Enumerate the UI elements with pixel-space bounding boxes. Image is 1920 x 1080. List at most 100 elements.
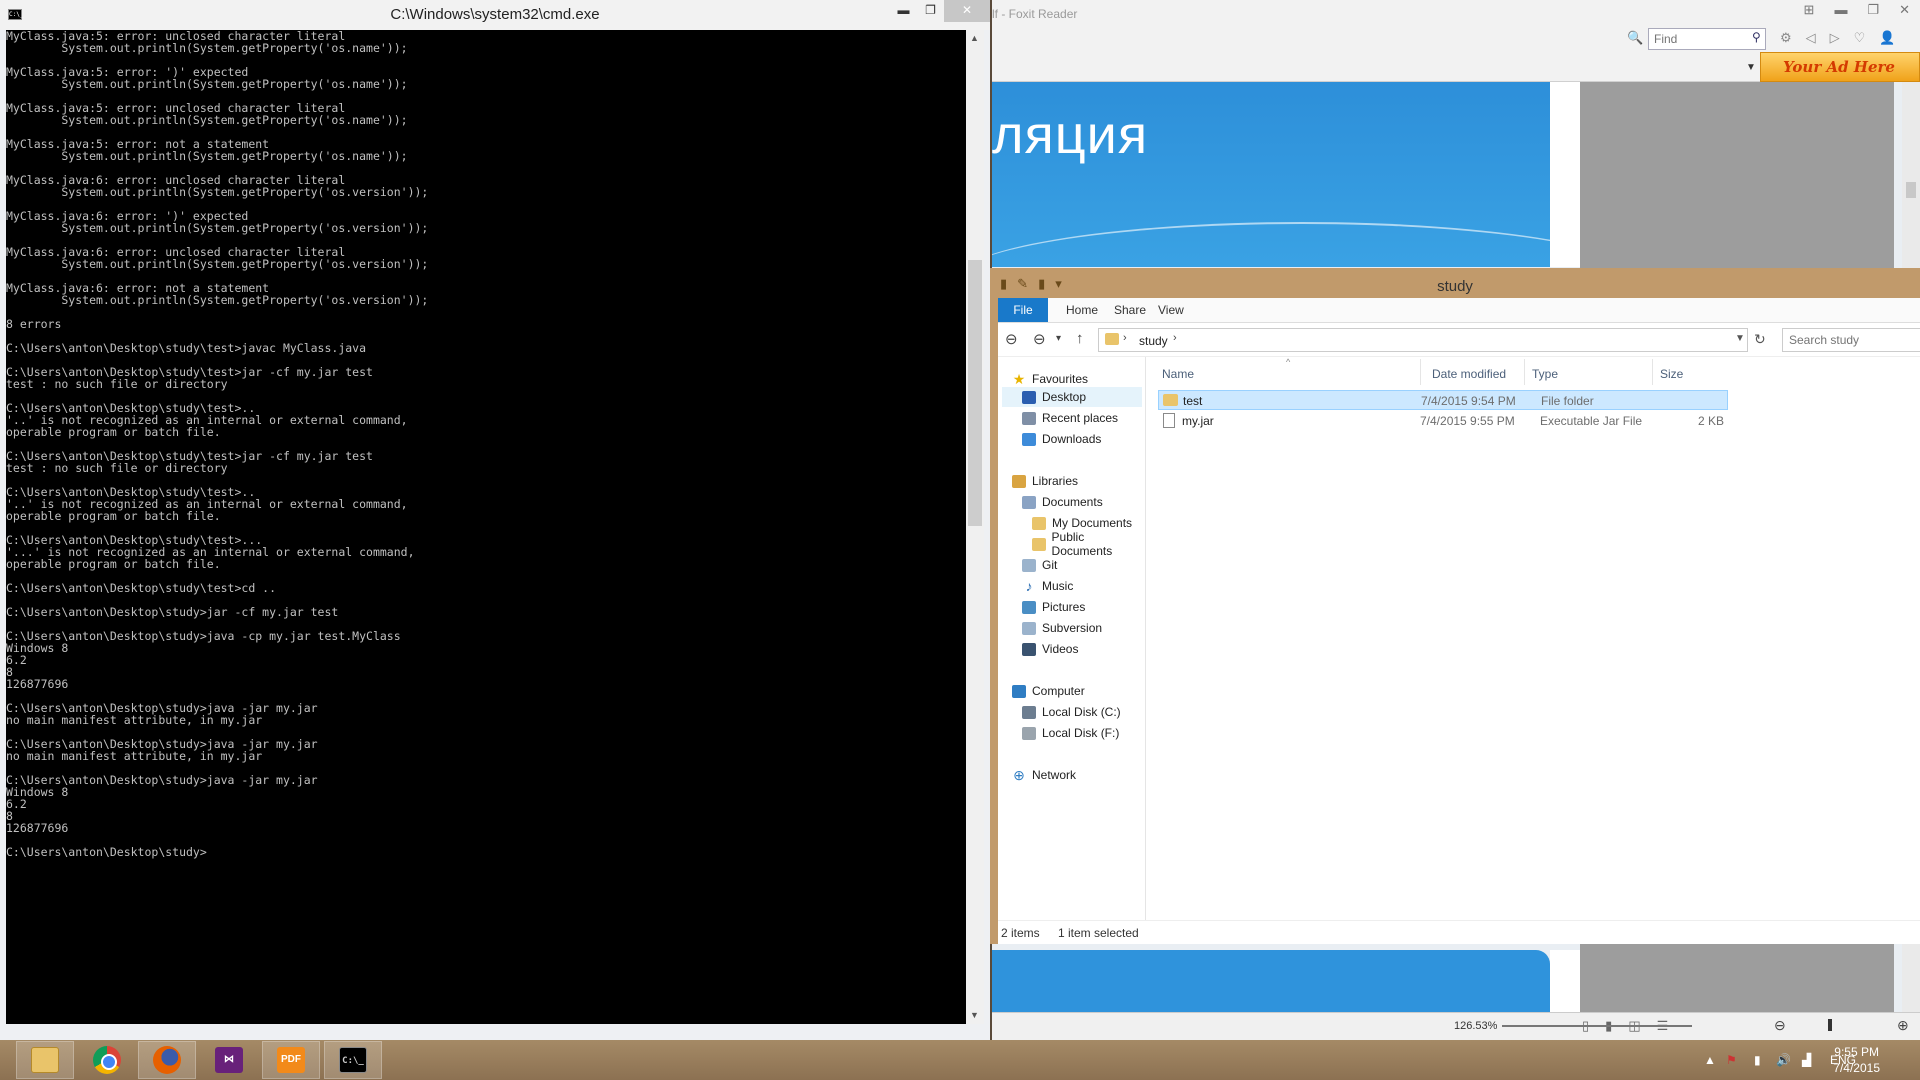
close-button[interactable]: ✕	[944, 0, 990, 22]
forward-icon[interactable]: ⊖	[1033, 330, 1046, 348]
settings-gear-icon[interactable]: ⚙	[1780, 30, 1792, 46]
tab-share[interactable]: Share	[1114, 298, 1146, 322]
recent-locations-icon[interactable]: ▾	[1056, 333, 1061, 344]
breadcrumb-study[interactable]: study	[1139, 334, 1168, 348]
recent-places-icon	[1022, 411, 1036, 425]
explorer-window: ▮ ✎ ▮ ▾ study File Home Share View ⊖ ⊖ ▾…	[990, 268, 1920, 944]
nav-label: Pictures	[1042, 600, 1086, 614]
taskbar-foxit-button[interactable]: PDF	[262, 1041, 320, 1079]
column-divider[interactable]	[1652, 359, 1653, 385]
foxit-ad-banner[interactable]: Your Ad Here	[1760, 52, 1920, 82]
heart-icon[interactable]: ♡	[1854, 30, 1866, 46]
nav-pictures[interactable]: Pictures	[1022, 597, 1085, 617]
nav-favourites[interactable]: ★ Favourites	[1012, 369, 1088, 389]
file-row-test[interactable]: test 7/4/2015 9:54 PM File folder	[1158, 390, 1728, 410]
cmd-titlebar[interactable]: C:\_ C:\Windows\system32\cmd.exe ▬ ❐ ✕	[0, 0, 990, 30]
scroll-up-icon[interactable]: ▲	[970, 33, 979, 43]
column-date-modified[interactable]: Date modified	[1432, 367, 1506, 381]
zoom-slider-thumb[interactable]	[1828, 1019, 1832, 1031]
breadcrumb-separator[interactable]: ›	[1173, 332, 1177, 344]
cmd-scrollbar[interactable]: ▲ ▼	[966, 30, 984, 1024]
foxit-close-button[interactable]: ✕	[1899, 2, 1910, 18]
search-input[interactable]	[1782, 328, 1920, 352]
libraries-icon	[1012, 474, 1026, 488]
zoom-slider[interactable]	[1502, 1025, 1692, 1027]
console-line: C:\Users\anton\Desktop\study>java -jar m…	[6, 773, 318, 787]
user-icon[interactable]: 👤	[1879, 30, 1895, 46]
console-line: 6.2	[6, 797, 27, 811]
foxit-scrollbar-thumb[interactable]	[1906, 182, 1916, 198]
volume-icon[interactable]: 🔊	[1776, 1040, 1791, 1080]
foxit-caption-buttons: ⊞ ▬ ❐ ✕	[1804, 2, 1910, 18]
nav-label: Git	[1042, 558, 1058, 572]
nav-label: Public Documents	[1051, 530, 1113, 558]
console-line: 8 errors	[6, 317, 62, 331]
zoom-out-icon[interactable]: ⊖	[1774, 1017, 1786, 1034]
tab-file[interactable]: File	[998, 298, 1048, 322]
address-row: ⊖ ⊖ ▾ ↑ › study › ▼ ↻	[998, 322, 1920, 356]
cmd-scrollbar-thumb[interactable]	[968, 260, 982, 526]
breadcrumb-separator[interactable]: ›	[1123, 332, 1127, 344]
column-type[interactable]: Type	[1532, 367, 1558, 381]
foxit-maximize-button[interactable]: ❐	[1867, 2, 1879, 18]
nav-local-disk-f[interactable]: Local Disk (F:)	[1022, 723, 1119, 743]
action-center-flag-icon[interactable]: ⚑	[1726, 1040, 1737, 1080]
nav-libraries[interactable]: Libraries	[1012, 471, 1078, 491]
previous-arrow-icon[interactable]: ◁	[1806, 30, 1816, 46]
nav-downloads[interactable]: Downloads	[1022, 429, 1101, 449]
column-divider[interactable]	[1524, 359, 1525, 385]
foxit-find-input[interactable]	[1648, 28, 1766, 50]
nav-public-documents[interactable]: Public Documents	[1032, 530, 1145, 558]
explorer-title: study	[1437, 278, 1473, 295]
chevron-down-icon[interactable]: ▼	[1746, 62, 1756, 73]
nav-recent-places[interactable]: Recent places	[1022, 408, 1118, 428]
item-count: 2 items	[1001, 926, 1040, 940]
taskbar-explorer-button[interactable]	[16, 1041, 74, 1079]
find-folder-icon[interactable]: 🔍	[1627, 30, 1643, 46]
drive-icon	[1022, 705, 1036, 719]
nav-documents[interactable]: Documents	[1022, 492, 1103, 512]
console-output[interactable]: MyClass.java:5: error: unclosed characte…	[6, 30, 966, 1024]
taskbar-cmd-button[interactable]: C:\_	[324, 1041, 382, 1079]
taskbar: ⋈ PDF C:\_ ▲ ⚑ ▮ 🔊 ▟ ENG 9:55 PM 7/4/201…	[0, 1040, 1920, 1080]
up-arrow-icon[interactable]: ↑	[1076, 330, 1084, 347]
foxit-ribbon-icon[interactable]: ⊞	[1804, 2, 1815, 18]
battery-icon[interactable]: ▮	[1754, 1040, 1761, 1080]
nav-git[interactable]: Git	[1022, 555, 1057, 575]
nav-local-disk-c[interactable]: Local Disk (C:)	[1022, 702, 1121, 722]
nav-music[interactable]: ♪ Music	[1022, 576, 1074, 596]
address-bar[interactable]: › study › ▼	[1098, 328, 1748, 352]
zoom-in-icon[interactable]: ⊕	[1897, 1017, 1909, 1034]
selection-count: 1 item selected	[1058, 926, 1139, 940]
refresh-icon[interactable]: ↻	[1754, 331, 1766, 348]
next-arrow-icon[interactable]: ▷	[1830, 30, 1840, 46]
file-size: 2 KB	[1698, 414, 1725, 428]
nav-computer[interactable]: Computer	[1012, 681, 1085, 701]
chevron-down-icon[interactable]: ▼	[1735, 333, 1745, 344]
taskbar-visual-studio-button[interactable]: ⋈	[200, 1041, 258, 1079]
foxit-minimize-button[interactable]: ▬	[1834, 2, 1847, 18]
taskbar-firefox-button[interactable]	[138, 1041, 196, 1079]
column-divider[interactable]	[1420, 359, 1421, 385]
sort-arrow-icon: ^	[1286, 357, 1291, 367]
tab-home[interactable]: Home	[1066, 298, 1098, 322]
network-icon[interactable]: ▟	[1802, 1040, 1811, 1080]
file-row-my-jar[interactable]: my.jar 7/4/2015 9:55 PM Executable Jar F…	[1158, 411, 1728, 431]
nav-subversion[interactable]: Subversion	[1022, 618, 1102, 638]
tab-view[interactable]: View	[1158, 298, 1184, 322]
nav-desktop[interactable]: Desktop	[1002, 387, 1142, 407]
show-hidden-icons[interactable]: ▲	[1704, 1040, 1716, 1080]
nav-videos[interactable]: Videos	[1022, 639, 1078, 659]
clock[interactable]: 9:55 PM 7/4/2015	[1833, 1044, 1880, 1076]
column-size[interactable]: Size	[1660, 367, 1683, 381]
scroll-down-icon[interactable]: ▼	[970, 1010, 979, 1020]
console-line: System.out.println(System.getProperty('o…	[6, 113, 408, 127]
find-magnifier-icon[interactable]: ⚲	[1752, 30, 1761, 44]
nav-network[interactable]: ⊕ Network	[1012, 765, 1076, 785]
taskbar-chrome-button[interactable]	[78, 1041, 136, 1079]
minimize-button[interactable]: ▬	[890, 0, 917, 22]
maximize-button[interactable]: ❐	[917, 0, 944, 22]
zoom-level[interactable]: 126.53%	[1454, 1020, 1497, 1032]
back-icon[interactable]: ⊖	[1005, 330, 1018, 348]
column-name[interactable]: Name	[1162, 367, 1194, 381]
